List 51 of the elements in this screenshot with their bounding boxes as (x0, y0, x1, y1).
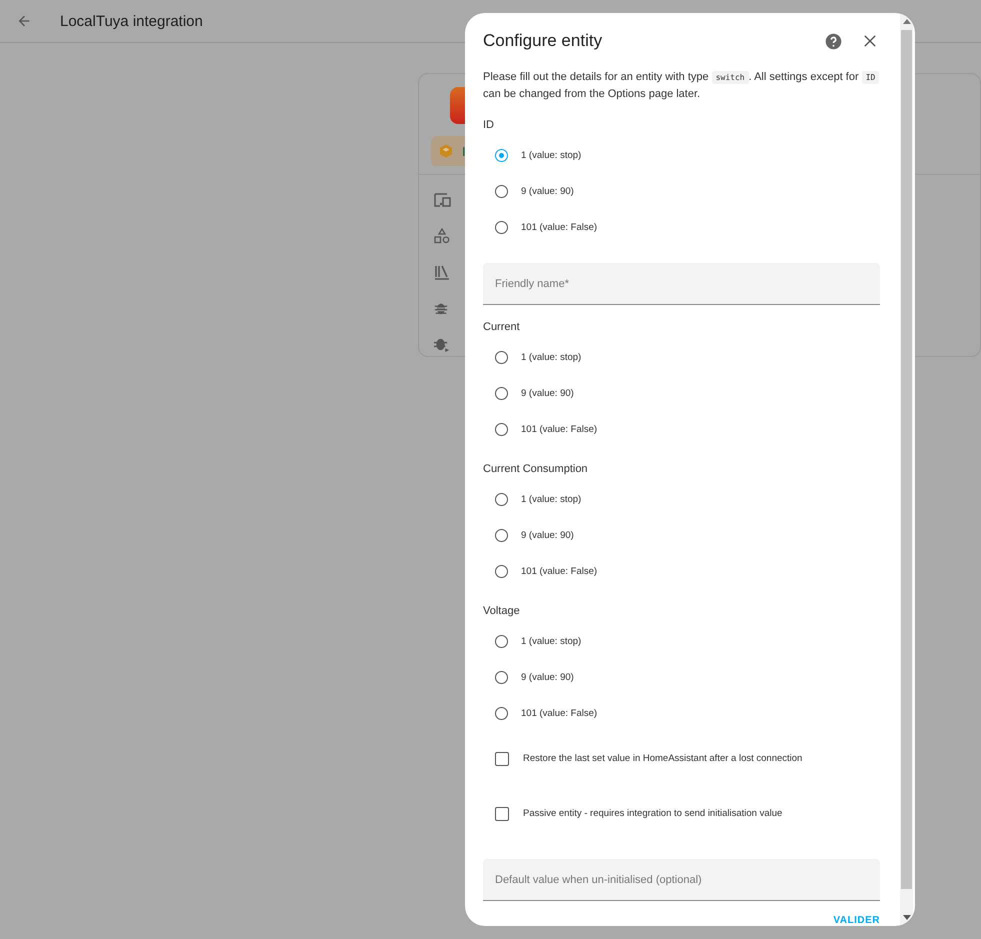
radio-button[interactable] (495, 350, 508, 364)
radio-button[interactable] (495, 528, 508, 542)
radio-label: 101 (value: False) (521, 424, 598, 434)
radio-label: 1 (value: stop) (521, 150, 582, 160)
radio-label: 9 (value: 90) (521, 530, 574, 540)
library-icon (434, 264, 450, 280)
checkbox-label: Passive entity - requires integration to send initialisation value (523, 808, 782, 819)
checkbox-label: Restore the last set value in HomeAssistant after a lost connection (523, 753, 802, 764)
radio-button[interactable] (495, 184, 508, 198)
radio-button[interactable] (495, 670, 508, 684)
radio-label: 9 (value: 90) (521, 672, 574, 682)
back-arrow-icon[interactable] (16, 13, 32, 29)
input-field[interactable]: Friendly name* (483, 263, 880, 305)
scroll-down-icon[interactable] (902, 915, 910, 920)
radio-label: 1 (value: stop) (521, 352, 582, 362)
radio-button[interactable] (495, 634, 508, 648)
radio-label: 101 (value: False) (521, 708, 598, 718)
radio-button[interactable] (495, 706, 508, 720)
bug-icon (434, 301, 448, 315)
scrollbar[interactable] (900, 13, 913, 926)
radio-button[interactable] (495, 492, 508, 506)
help-icon[interactable] (825, 32, 842, 50)
bug-play-icon (434, 336, 449, 352)
checkbox[interactable] (495, 806, 509, 820)
radio-label: 101 (value: False) (521, 566, 598, 576)
dialog-title: Configure entity (483, 31, 604, 51)
radio-label: 101 (value: False) (521, 222, 598, 232)
package-icon (438, 143, 454, 159)
group-label: ID (483, 119, 495, 133)
close-icon[interactable] (864, 35, 876, 47)
radio-label: 9 (value: 90) (521, 186, 574, 196)
page-title: LocalTuya integration (60, 12, 203, 30)
radio-button[interactable] (495, 564, 508, 578)
radio-button[interactable] (495, 422, 508, 436)
radio-button[interactable] (495, 148, 508, 162)
input-field[interactable]: Default value when un-initialised (optional) (483, 859, 880, 901)
radio-button[interactable] (495, 220, 508, 234)
scroll-up-icon[interactable] (902, 19, 910, 24)
group-label: Current (483, 321, 521, 335)
checkbox[interactable] (495, 752, 509, 766)
dialog-description: Please fill out the details for an entity with type switch . All settings except for ID can be changed from the Options page later. (483, 69, 880, 103)
group-label: Voltage (483, 605, 521, 619)
radio-label: 9 (value: 90) (521, 388, 574, 398)
radio-button[interactable] (495, 386, 508, 400)
devices-icon (434, 193, 452, 207)
radio-label: 1 (value: stop) (521, 636, 582, 646)
group-label: Current Consumption (483, 463, 589, 477)
chip-label: I (462, 144, 466, 158)
submit-button[interactable]: VALIDER (833, 915, 880, 926)
shapes-icon (434, 228, 450, 244)
radio-label: 1 (value: stop) (521, 494, 582, 504)
